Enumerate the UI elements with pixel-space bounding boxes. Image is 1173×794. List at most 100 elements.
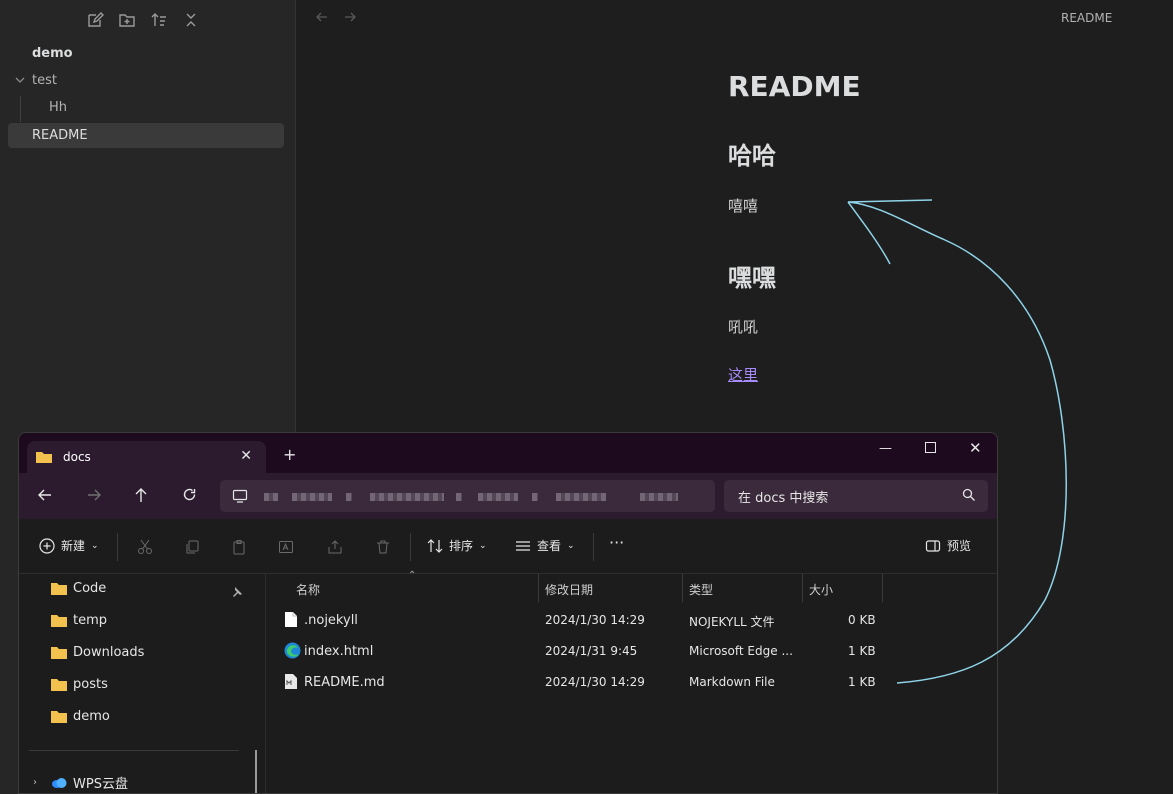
window-close-icon[interactable]: ✕ [969,439,982,457]
nav-item-label: Code [73,581,107,596]
folder-icon [51,647,67,659]
nav-item-downloads[interactable]: Downloads [51,645,144,660]
address-bar-row: 在 docs 中搜索 [19,473,997,519]
file-row[interactable]: README.md 2024/1/30 14:29 Markdown File … [266,667,997,698]
refresh-icon[interactable] [182,487,197,502]
tab-title: docs [63,450,91,464]
file-list: ⌃ 名称 修改日期 类型 大小 .nojekyll 2024/1/30 14:2… [266,570,997,793]
nav-item-posts[interactable]: posts [51,677,108,692]
nav-item-temp[interactable]: temp [51,613,107,628]
redacted-path [640,493,678,501]
paste-icon[interactable] [231,539,247,555]
explorer-titlebar: docs ✕ + — ✕ [19,433,997,473]
tree-file-hh[interactable]: Hh [49,100,67,115]
preview-button[interactable]: 预览 [925,537,971,554]
up-icon[interactable] [134,487,148,503]
add-circle-icon [39,537,55,554]
sort-button[interactable]: 排序 ⌄ [427,537,487,554]
file-type: NOJEKYLL 文件 [689,615,775,629]
back-arrow-icon[interactable] [315,10,329,24]
vault-name[interactable]: demo [32,46,73,61]
nav-item-wps[interactable]: › WPS云盘 [33,773,128,792]
divider [410,533,411,561]
redacted-path [556,493,606,501]
folder-icon [51,711,67,723]
new-label: 新建 [61,539,86,553]
redacted-path [456,493,462,501]
column-divider[interactable] [882,574,883,602]
file-name: index.html [304,644,374,659]
folder-icon [36,452,52,463]
view-button[interactable]: 查看 ⌄ [515,537,575,554]
rename-icon[interactable] [278,539,294,555]
nav-item-label: temp [73,613,108,628]
cut-icon[interactable] [137,539,153,555]
sort-icon[interactable] [150,10,168,30]
column-divider[interactable] [802,574,803,602]
column-header-name[interactable]: 名称 [296,581,320,598]
tab-close-icon[interactable]: ✕ [240,448,252,464]
column-divider[interactable] [682,574,683,602]
file-size: 0 KB [848,613,876,627]
back-icon[interactable] [37,488,53,502]
forward-arrow-icon[interactable] [343,10,357,24]
file-row[interactable]: .nojekyll 2024/1/30 14:29 NOJEKYLL 文件 0 … [266,605,997,636]
tree-file-readme[interactable]: README [8,123,284,148]
file-row[interactable]: index.html 2024/1/31 9:45 Microsoft Edge… [266,636,997,667]
chevron-down-icon[interactable] [14,74,26,86]
tree-folder-test[interactable]: test [32,73,57,88]
file-explorer-window: docs ✕ + — ✕ 在 docs 中搜索 新建 ⌄ 排序 ⌄ 查看 ⌄ ·… [18,432,998,794]
navigation-pane: Code temp Downloads posts demo › WPS云盘 [19,574,265,793]
nav-item-code[interactable]: Code [51,581,106,596]
pin-icon [233,587,242,597]
sort-caret-icon: ⌃ [408,570,417,581]
search-field[interactable]: 在 docs 中搜索 [724,480,988,512]
sort-label: 排序 [449,539,474,553]
column-divider[interactable] [538,574,539,602]
column-header-date[interactable]: 修改日期 [545,581,593,598]
nav-item-label: demo [73,709,110,724]
preview-pane-icon [925,539,941,552]
new-tab-icon[interactable]: + [283,445,296,464]
new-button[interactable]: 新建 ⌄ [39,537,99,554]
folder-icon [51,679,67,691]
file-name: README.md [304,675,385,690]
nav-scrollbar[interactable] [255,750,257,793]
divider [593,533,594,561]
minimize-icon[interactable]: — [879,441,892,456]
more-button[interactable]: ··· [609,533,624,552]
collapse-all-icon[interactable] [182,10,200,30]
redacted-path [370,493,444,501]
chevron-down-icon: ⌄ [479,540,487,551]
file-type: Markdown File [689,675,775,689]
file-size: 1 KB [848,675,876,689]
markdown-document: README 哈哈 嘻嘻 嘿嘿 吼吼 这里 [728,70,861,384]
delete-icon[interactable] [375,539,391,555]
search-placeholder: 在 docs 中搜索 [738,491,829,506]
nav-arrows [315,10,357,24]
copy-icon[interactable] [184,539,200,555]
share-icon[interactable] [327,539,343,555]
column-header-type[interactable]: 类型 [689,581,713,598]
edge-icon [284,642,301,659]
address-field[interactable] [220,480,715,512]
new-folder-icon[interactable] [118,10,136,30]
sort-icon [427,538,443,553]
redacted-path [532,493,538,501]
view-title: README [1061,11,1113,25]
forward-icon[interactable] [86,488,102,502]
maximize-icon[interactable] [925,442,936,453]
doc-heading-1: README [728,70,861,103]
folder-icon [51,615,67,627]
file-date: 2024/1/30 14:29 [545,613,645,627]
column-header-size[interactable]: 大小 [809,581,833,598]
explorer-tab[interactable]: docs ✕ [27,441,266,473]
blank-file-icon [285,612,297,627]
nav-item-demo[interactable]: demo [51,709,110,724]
doc-link[interactable]: 这里 [728,364,758,385]
nav-divider [29,750,239,751]
new-note-icon[interactable] [86,10,104,30]
chevron-right-icon[interactable]: › [33,777,37,788]
file-date: 2024/1/30 14:29 [545,675,645,689]
redacted-path [478,493,518,501]
